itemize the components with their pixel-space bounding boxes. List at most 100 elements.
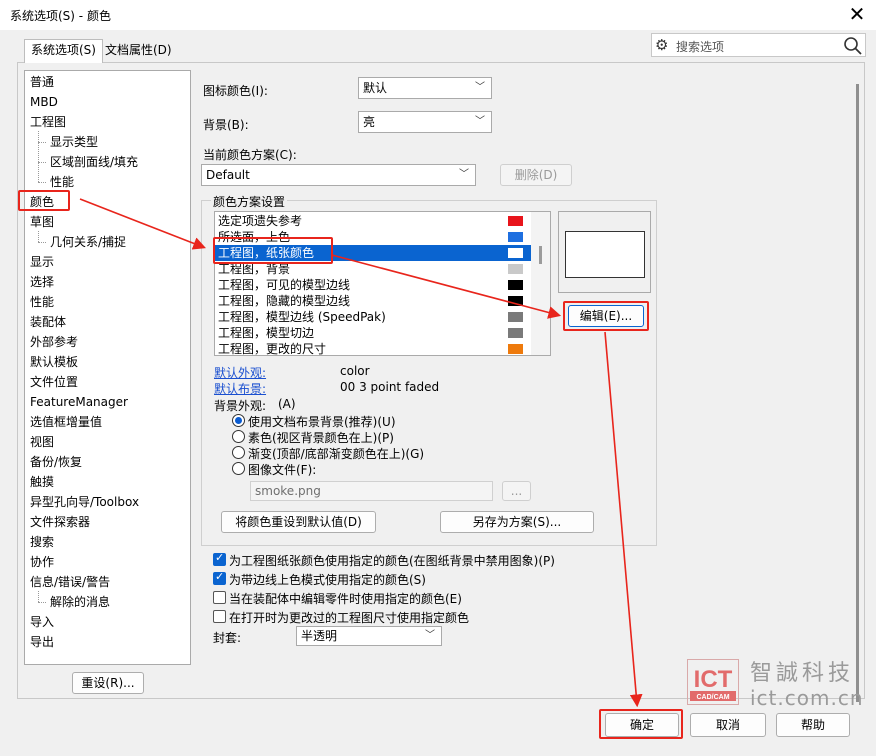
nav-item[interactable]: 性能 <box>50 173 74 191</box>
nav-item[interactable]: 文件位置 <box>30 373 78 391</box>
nav-item[interactable]: 协作 <box>30 553 54 571</box>
nav-item[interactable]: 颜色 <box>30 193 54 211</box>
checkbox-label[interactable]: 为工程图纸张颜色使用指定的颜色(在图纸背景中禁用图象)(P) <box>229 552 555 569</box>
tab-document-properties[interactable]: 文档属性(D) <box>99 40 178 62</box>
nav-item[interactable]: 几何关系/捕捉 <box>50 233 126 251</box>
default-scene-link[interactable]: 默认布景: <box>214 380 266 397</box>
nav-item[interactable]: 导出 <box>30 633 54 651</box>
reset-button[interactable]: 重设(R)... <box>72 672 144 694</box>
checkbox-label[interactable]: 当在装配体中编辑零件时使用指定的颜色(E) <box>229 590 462 607</box>
background-select[interactable]: 亮 ﹀ <box>358 111 492 133</box>
browse-button[interactable]: ... <box>502 481 531 501</box>
color-swatch <box>508 312 523 322</box>
scheme-list-item[interactable]: 工程图，隐藏的模型边线 <box>215 293 531 309</box>
color-swatch <box>508 280 523 290</box>
color-swatch <box>508 264 523 274</box>
scheme-list-item[interactable]: 工程图，模型边线 (SpeedPak) <box>215 309 531 325</box>
color-swatch <box>508 328 523 338</box>
radio-button[interactable] <box>232 446 245 459</box>
checkbox[interactable] <box>213 610 226 623</box>
nav-item[interactable]: 草图 <box>30 213 54 231</box>
scheme-list-item[interactable]: 工程图，更改的尺寸 <box>215 341 531 355</box>
icon-color-select[interactable]: 默认 ﹀ <box>358 77 492 99</box>
scheme-list-item[interactable]: 工程图，可见的模型边线 <box>215 277 531 293</box>
scroll-thumb[interactable] <box>539 246 542 264</box>
nav-item[interactable]: 触摸 <box>30 473 54 491</box>
scheme-item-label: 工程图，可见的模型边线 <box>218 278 351 292</box>
nav-item[interactable]: 工程图 <box>30 113 66 131</box>
nav-item[interactable]: 视图 <box>30 433 54 451</box>
help-button[interactable]: 帮助 <box>776 713 850 737</box>
scheme-list-item[interactable]: 工程图，背景 <box>215 261 531 277</box>
nav-item[interactable]: 性能 <box>30 293 54 311</box>
scheme-label: 当前颜色方案(C): <box>203 148 297 162</box>
edit-button[interactable]: 编辑(E)... <box>568 305 644 327</box>
scheme-settings-title: 颜色方案设置 <box>211 193 288 210</box>
radio-button[interactable] <box>232 414 245 427</box>
radio-label[interactable]: 渐变(顶部/底部渐变颜色在上)(G) <box>248 445 424 462</box>
chevron-down-icon: ﹀ <box>425 630 435 641</box>
tree-connector <box>38 162 46 163</box>
nav-item[interactable]: 普通 <box>30 73 54 91</box>
options-tree[interactable]: 普通 MBD 工程图 显示类型 区域剖面线/填充 性能 颜色 草图 几何关系/捕捉 显示 选择 性能装… <box>24 70 191 665</box>
nav-item[interactable]: 装配体 <box>30 313 66 331</box>
save-scheme-button[interactable]: 另存为方案(S)... <box>440 511 594 533</box>
panel-scrollbar[interactable] <box>851 64 863 702</box>
ok-button[interactable]: 确定 <box>605 713 679 737</box>
nav-item[interactable]: MBD <box>30 93 58 111</box>
radio-label[interactable]: 素色(视区背景颜色在上)(P) <box>248 429 394 446</box>
color-preview <box>558 211 651 293</box>
checkbox[interactable] <box>213 551 226 566</box>
color-swatch <box>508 344 523 354</box>
radio-button[interactable] <box>232 462 245 475</box>
scrollbar[interactable] <box>531 212 550 355</box>
nav-item[interactable]: 搜索 <box>30 533 54 551</box>
image-file-field[interactable]: smoke.png <box>250 481 493 501</box>
nav-item[interactable]: 导入 <box>30 613 54 631</box>
radio-label[interactable]: 使用文档布景背景(推荐)(U) <box>248 413 396 430</box>
nav-item[interactable]: 区域剖面线/填充 <box>50 153 138 171</box>
gear-icon[interactable]: ⚙ <box>655 36 673 54</box>
delete-button[interactable]: 删除(D) <box>500 164 572 186</box>
nav-item[interactable]: 显示类型 <box>50 133 98 151</box>
scheme-list-item[interactable]: 工程图，纸张颜色 <box>215 245 531 261</box>
nav-item[interactable]: 信息/错误/警告 <box>30 573 110 591</box>
nav-item[interactable]: FeatureManager <box>30 393 128 411</box>
checkbox-label[interactable]: 在打开时为更改过的工程图尺寸使用指定颜色 <box>229 609 469 626</box>
tree-connector <box>38 591 39 602</box>
nav-item[interactable]: 异型孔向导/Toolbox <box>30 493 139 511</box>
scheme-list-item[interactable]: 工程图，模型切边 <box>215 325 531 341</box>
search-icon[interactable] <box>842 35 864 57</box>
tree-connector <box>38 242 46 243</box>
checkbox[interactable] <box>213 570 226 585</box>
scheme-list-item[interactable]: 选定项遗失参考 <box>215 213 531 229</box>
search-input[interactable]: ⚙ 搜索选项 <box>651 33 866 57</box>
nav-item[interactable]: 解除的消息 <box>50 593 110 611</box>
radio-button[interactable] <box>232 430 245 443</box>
scheme-item-label: 选定项遗失参考 <box>218 214 303 228</box>
radio-label[interactable]: 图像文件(F): <box>248 461 316 478</box>
tab-system-options[interactable]: 系统选项(S) <box>24 39 103 63</box>
reset-colors-button[interactable]: 将颜色重设到默认值(D) <box>221 511 376 533</box>
icon-color-label: 图标颜色(I): <box>203 84 268 98</box>
envelope-select[interactable]: 半透明 ﹀ <box>296 626 442 646</box>
nav-item[interactable]: 选择 <box>30 273 54 291</box>
scheme-select[interactable]: Default ﹀ <box>201 164 476 186</box>
cancel-button[interactable]: 取消 <box>690 713 766 737</box>
default-appearance-link[interactable]: 默认外观: <box>214 364 266 381</box>
chevron-down-icon: ﹀ <box>459 169 469 180</box>
scheme-list-item[interactable]: 所选面，上色 <box>215 229 531 245</box>
scheme-list[interactable]: 工程图，更改的尺寸 工程图，模型切边 工程图，模型边线 (SpeedPak) 工程图，… <box>214 211 551 356</box>
tree-connector <box>38 231 39 242</box>
nav-item[interactable]: 备份/恢复 <box>30 453 82 471</box>
title-bar <box>0 0 876 30</box>
checkbox[interactable] <box>213 591 226 604</box>
nav-item[interactable]: 外部参考 <box>30 333 78 351</box>
close-icon[interactable]: ✕ <box>845 2 869 26</box>
nav-item[interactable]: 默认模板 <box>30 353 78 371</box>
scroll-thumb[interactable] <box>856 84 859 702</box>
nav-item[interactable]: 选值框增量值 <box>30 413 102 431</box>
nav-item[interactable]: 文件探索器 <box>30 513 90 531</box>
nav-item[interactable]: 显示 <box>30 253 54 271</box>
checkbox-label[interactable]: 为带边线上色模式使用指定的颜色(S) <box>229 571 426 588</box>
